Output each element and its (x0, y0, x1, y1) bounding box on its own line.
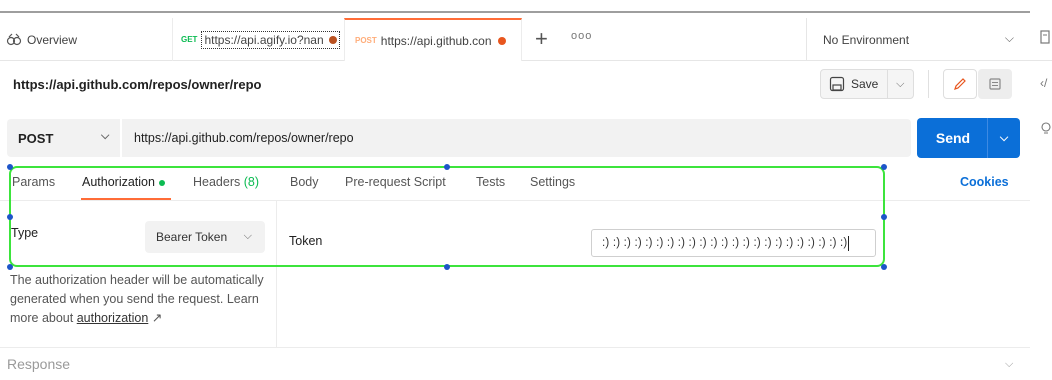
tab-method-get: GET (181, 35, 198, 44)
comment-icon (989, 78, 1001, 90)
token-label: Token (289, 234, 323, 248)
tab-overview[interactable]: Overview (6, 18, 166, 61)
response-header[interactable]: Response (7, 356, 70, 372)
document-icon[interactable] (1040, 30, 1050, 47)
tab-get-url: https://api.agify.io?nan (201, 30, 340, 49)
chevron-down-icon: ⌵ (243, 230, 252, 242)
resize-handle[interactable] (881, 214, 887, 220)
resize-handle[interactable] (444, 164, 450, 170)
chevron-down-icon[interactable]: ⌵ (1005, 358, 1013, 371)
active-tab-indicator (81, 198, 171, 200)
auth-type-select[interactable]: Bearer Token ⌵ (145, 221, 265, 253)
url-value: https://api.github.com/repos/owner/repo (134, 131, 354, 145)
pencil-icon (954, 78, 966, 90)
save-options-button[interactable]: ⌵ (888, 78, 913, 91)
method-value: POST (18, 130, 54, 146)
save-button[interactable]: Save (821, 70, 888, 98)
external-link-icon: ↗ (151, 311, 163, 325)
toolbar-divider (928, 70, 929, 98)
auth-help-text: The authorization header will be automat… (10, 271, 272, 328)
environment-selector[interactable]: No Environment ⌵ (806, 18, 1028, 61)
resize-handle[interactable] (881, 164, 887, 170)
text-caret (848, 235, 850, 251)
resize-handle[interactable] (7, 214, 13, 220)
resize-handle[interactable] (881, 264, 887, 270)
request-tabs: Params Authorization Headers (8) Body Pr… (0, 169, 1030, 201)
tab-post-url: https://api.github.con (380, 33, 492, 48)
tab-method-post: POST (355, 36, 377, 45)
add-tab-button[interactable]: + (535, 26, 548, 52)
url-input[interactable]: https://api.github.com/repos/owner/repo (122, 119, 911, 157)
send-options-button[interactable]: ⌵ (988, 132, 1020, 145)
resize-handle[interactable] (7, 264, 13, 270)
lightbulb-icon[interactable] (1040, 122, 1052, 139)
tab-authorization[interactable]: Authorization (82, 175, 165, 189)
save-button-group: Save ⌵ (820, 69, 914, 99)
tab-authorization-label: Authorization (82, 175, 155, 189)
tab-settings[interactable]: Settings (530, 175, 575, 189)
resize-handle[interactable] (7, 164, 13, 170)
token-value: :) :) :) :) :) :) :) :) :) :) :) :) :) :… (602, 237, 848, 249)
resize-handle[interactable] (444, 264, 450, 270)
status-dot-icon (158, 179, 165, 186)
code-icon[interactable]: ‹/ (1040, 76, 1047, 90)
send-button[interactable]: Send (917, 130, 987, 146)
authorization-docs-link[interactable]: authorization (77, 311, 149, 325)
edit-button[interactable] (943, 69, 977, 99)
tab-body[interactable]: Body (290, 175, 319, 189)
auth-type-label: Type (11, 226, 39, 240)
save-label: Save (851, 77, 879, 91)
tab-prerequest-script[interactable]: Pre-request Script (345, 175, 446, 189)
response-divider (0, 347, 1030, 348)
overview-icon (6, 33, 22, 45)
tab-params[interactable]: Params (12, 175, 55, 189)
more-tabs-button[interactable]: ooo (571, 30, 592, 42)
headers-count: (8) (243, 175, 260, 189)
request-title[interactable]: https://api.github.com/repos/owner/repo (13, 77, 261, 92)
send-button-group: Send ⌵ (917, 118, 1020, 158)
cookies-link[interactable]: Cookies (960, 175, 1009, 189)
tab-post-request[interactable]: POST https://api.github.con (344, 18, 522, 61)
tab-headers-label: Headers (193, 175, 241, 189)
save-icon (829, 76, 845, 92)
workspace-tabs: Overview GET https://api.agify.io?nan PO… (0, 18, 1052, 61)
tab-tests[interactable]: Tests (476, 175, 505, 189)
auth-type-value: Bearer Token (156, 230, 228, 244)
chevron-down-icon: ⌵ (101, 130, 110, 142)
documentation-button[interactable] (978, 69, 1012, 99)
tab-overview-label: Overview (27, 32, 78, 47)
tab-get-request[interactable]: GET https://api.agify.io?nan (172, 18, 344, 61)
method-select[interactable]: POST ⌵ (7, 119, 120, 157)
chevron-down-icon: ⌵ (1004, 31, 1014, 45)
unsaved-dot-icon (497, 36, 506, 45)
environment-label: No Environment (823, 32, 910, 47)
token-input[interactable]: :) :) :) :) :) :) :) :) :) :) :) :) :) :… (591, 229, 876, 257)
top-divider (0, 11, 1030, 13)
tab-headers[interactable]: Headers (8) (193, 175, 259, 189)
unsaved-dot-icon (329, 35, 337, 44)
